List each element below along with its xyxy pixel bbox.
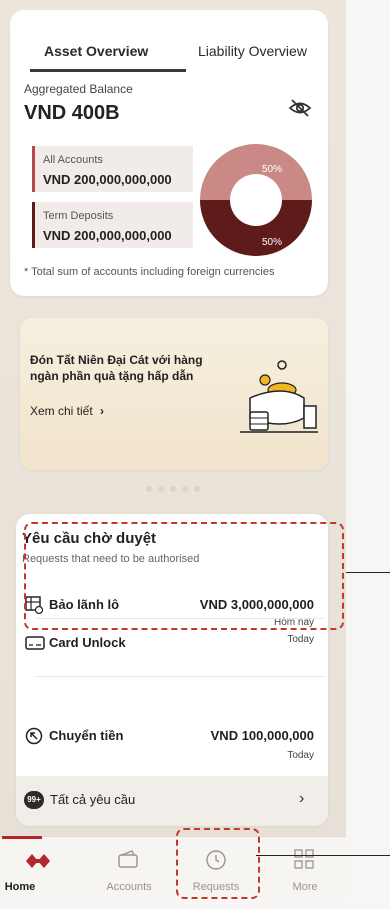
carousel-dot-1[interactable] bbox=[146, 486, 152, 492]
wallet-icon bbox=[117, 849, 139, 874]
donut-bottom-slice bbox=[200, 200, 312, 256]
all-accounts-label: All Accounts bbox=[43, 154, 103, 166]
term-deposits-label: Term Deposits bbox=[43, 210, 114, 222]
request-date: Today bbox=[287, 750, 314, 761]
all-requests-row[interactable]: 99+ Tất cả yêu cầu › bbox=[16, 776, 328, 826]
highlight-requests-nav-box bbox=[176, 828, 260, 899]
chevron-right-icon: › bbox=[100, 404, 105, 418]
nav-home[interactable]: Home bbox=[0, 837, 80, 909]
promo-text: Đón Tất Niên Đại Cát với hàng ngàn phần … bbox=[30, 353, 203, 383]
request-count-badge: 99+ bbox=[24, 791, 44, 809]
request-date: Today bbox=[287, 634, 314, 645]
carousel-dot-2[interactable] bbox=[158, 486, 164, 492]
home-logo-icon bbox=[26, 853, 50, 874]
donut-bottom-label: 50% bbox=[262, 237, 282, 248]
highlight-request-box bbox=[24, 522, 344, 630]
promo-banner[interactable]: Đón Tất Niên Đại Cát với hàng ngàn phần … bbox=[20, 318, 328, 470]
request-item-chuyen-tien[interactable]: Chuyển tiền VND 100,000,000 Today bbox=[16, 722, 328, 766]
all-accounts-box[interactable]: All Accounts VND 200,000,000,000 bbox=[32, 146, 193, 192]
request-amount: VND 100,000,000 bbox=[210, 728, 314, 743]
chevron-right-icon: › bbox=[299, 790, 305, 807]
money-bag-icon bbox=[240, 360, 318, 433]
request-item-card-unlock[interactable]: Card Unlock Today bbox=[16, 630, 328, 670]
all-requests-label: Tất cả yêu cầu bbox=[50, 792, 136, 807]
donut-top-slice bbox=[200, 144, 312, 200]
request-label: Card Unlock bbox=[49, 635, 126, 650]
callout-line-bottom bbox=[256, 855, 390, 856]
arrow-circle-icon bbox=[25, 727, 43, 750]
request-label: Chuyển tiền bbox=[49, 728, 124, 743]
term-deposits-box[interactable]: Term Deposits VND 200,000,000,000 bbox=[32, 202, 193, 248]
active-tab-indicator bbox=[30, 69, 186, 72]
carousel-dot-5[interactable] bbox=[194, 486, 200, 492]
term-deposits-value: VND 200,000,000,000 bbox=[43, 228, 172, 243]
overview-card: Asset Overview Liability Overview Aggreg… bbox=[10, 10, 328, 296]
tab-liability-overview[interactable]: Liability Overview bbox=[198, 43, 307, 59]
all-accounts-value: VND 200,000,000,000 bbox=[43, 172, 172, 187]
tab-asset-overview[interactable]: Asset Overview bbox=[44, 43, 148, 59]
nav-more[interactable]: More bbox=[265, 837, 345, 909]
card-unlock-icon bbox=[25, 634, 45, 657]
aggregated-balance-value: VND 400B bbox=[24, 102, 120, 124]
carousel-dot-4[interactable] bbox=[182, 486, 188, 492]
overview-footnote: * Total sum of accounts including foreig… bbox=[24, 266, 275, 278]
balance-donut-chart: 50% 50% bbox=[200, 144, 312, 256]
aggregated-balance-label: Aggregated Balance bbox=[24, 82, 133, 96]
nav-more-label: More bbox=[292, 881, 318, 893]
donut-top-label: 50% bbox=[262, 164, 282, 175]
overview-tabs: Asset Overview Liability Overview bbox=[30, 10, 318, 72]
bottom-navigation: Home Accounts Requests More bbox=[0, 836, 346, 898]
promo-link-label: Xem chi tiết bbox=[30, 404, 93, 418]
nav-accounts-label: Accounts bbox=[106, 881, 152, 893]
grid-icon bbox=[294, 849, 314, 874]
app-screen: Asset Overview Liability Overview Aggreg… bbox=[0, 0, 346, 899]
callout-line-top bbox=[346, 572, 390, 573]
carousel-dot-3[interactable] bbox=[170, 486, 176, 492]
nav-home-label: Home bbox=[4, 881, 36, 893]
eye-hidden-icon[interactable] bbox=[288, 98, 312, 118]
request-divider bbox=[36, 676, 324, 677]
nav-accounts[interactable]: Accounts bbox=[89, 837, 169, 909]
promo-link[interactable]: Xem chi tiết › bbox=[30, 404, 104, 418]
